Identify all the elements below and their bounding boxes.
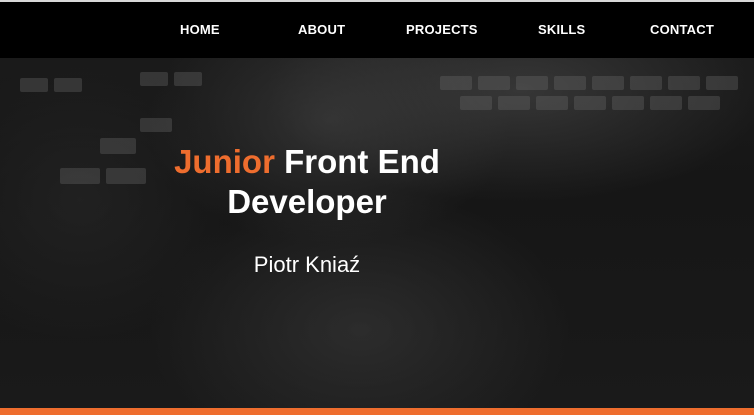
headline-line2: Developer [227, 183, 387, 220]
nav-link-home[interactable]: HOME [180, 22, 220, 37]
top-navbar: HOME ABOUT PROJECTS SKILLS CONTACT [0, 0, 754, 58]
nav-link-skills[interactable]: SKILLS [538, 22, 585, 37]
headline-line1-rest: Front End [284, 143, 440, 180]
headline-accent-word: Junior [174, 143, 275, 180]
page: HOME ABOUT PROJECTS SKILLS CONTACT Junio… [0, 0, 754, 415]
nav-link-contact[interactable]: CONTACT [650, 22, 714, 37]
developer-name: Piotr Kniaź [253, 252, 361, 277]
nav-link-projects[interactable]: PROJECTS [406, 22, 478, 37]
nav-link-about[interactable]: ABOUT [298, 22, 345, 37]
accent-bottom-bar [0, 408, 754, 415]
hero-headline: Junior Front End Developer [100, 142, 514, 222]
